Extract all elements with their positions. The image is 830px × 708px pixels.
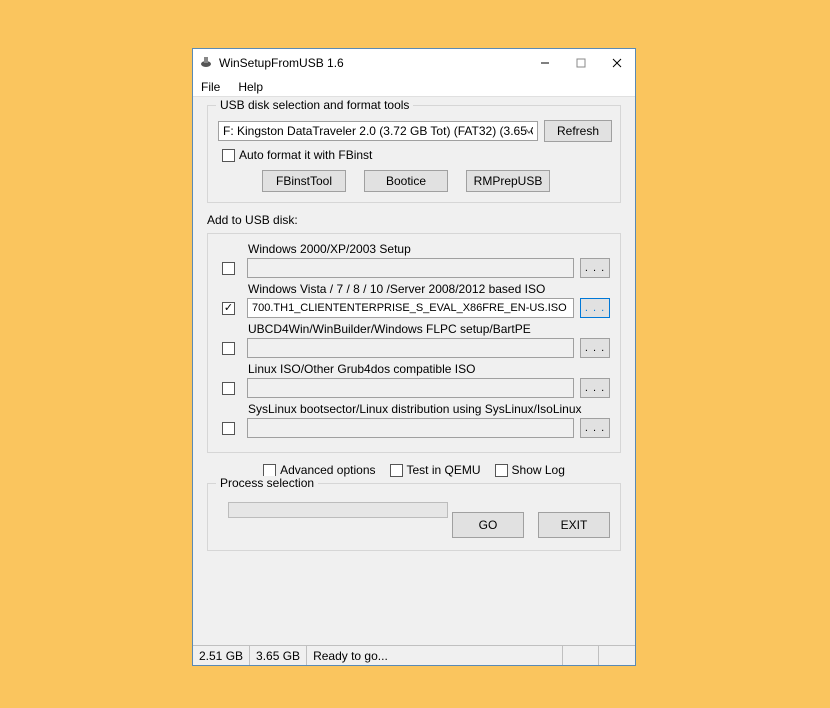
window-title: WinSetupFromUSB 1.6 <box>219 56 527 70</box>
status-size-2: 3.65 GB <box>250 646 307 665</box>
minimize-button[interactable] <box>527 49 563 77</box>
show-log-checkbox[interactable] <box>495 464 508 477</box>
exit-button[interactable]: EXIT <box>538 512 610 538</box>
disk-selection-group: USB disk selection and format tools F: K… <box>207 105 621 203</box>
usb-disk-select[interactable]: F: Kingston DataTraveler 2.0 (3.72 GB To… <box>218 121 538 141</box>
iso-browse-button-2[interactable]: . . . <box>580 338 610 358</box>
advanced-options-label: Advanced options <box>280 463 375 477</box>
iso-path-input-1[interactable]: 700.TH1_CLIENTENTERPRISE_S_EVAL_X86FRE_E… <box>247 298 574 318</box>
iso-item-0: Windows 2000/XP/2003 Setup . . . <box>218 242 610 278</box>
disk-group-title: USB disk selection and format tools <box>216 98 413 112</box>
auto-format-label: Auto format it with FBinst <box>239 148 372 162</box>
app-window: WinSetupFromUSB 1.6 File Help USB disk s… <box>192 48 636 666</box>
iso-browse-button-3[interactable]: . . . <box>580 378 610 398</box>
window-controls <box>527 49 635 77</box>
menu-help[interactable]: Help <box>234 80 267 94</box>
iso-item-1: Windows Vista / 7 / 8 / 10 /Server 2008/… <box>218 282 610 318</box>
iso-checkbox-3[interactable] <box>222 382 235 395</box>
iso-path-input-0[interactable] <box>247 258 574 278</box>
process-group-title: Process selection <box>216 476 318 490</box>
status-spacer-2 <box>599 646 635 665</box>
statusbar: 2.51 GB 3.65 GB Ready to go... <box>193 645 635 665</box>
iso-path-input-2[interactable] <box>247 338 574 358</box>
rmprepusb-button[interactable]: RMPrepUSB <box>466 170 550 192</box>
iso-browse-button-0[interactable]: . . . <box>580 258 610 278</box>
iso-checkbox-2[interactable] <box>222 342 235 355</box>
progress-bar <box>228 502 448 518</box>
iso-browse-button-1[interactable]: . . . <box>580 298 610 318</box>
content-area: USB disk selection and format tools F: K… <box>193 97 635 551</box>
add-to-usb-group: Windows 2000/XP/2003 Setup . . . Windows V… <box>207 233 621 453</box>
add-to-usb-label: Add to USB disk: <box>207 213 621 227</box>
iso-item-3: Linux ISO/Other Grub4dos compatible ISO.… <box>218 362 610 398</box>
menubar: File Help <box>193 77 635 97</box>
advanced-options-checkbox[interactable] <box>263 464 276 477</box>
iso-label-3: Linux ISO/Other Grub4dos compatible ISO <box>248 362 610 376</box>
test-qemu-label: Test in QEMU <box>407 463 481 477</box>
test-qemu-checkbox[interactable] <box>390 464 403 477</box>
iso-checkbox-4[interactable] <box>222 422 235 435</box>
iso-item-2: UBCD4Win/WinBuilder/Windows FLPC setup/B… <box>218 322 610 358</box>
close-button[interactable] <box>599 49 635 77</box>
status-text: Ready to go... <box>307 646 563 665</box>
bootice-button[interactable]: Bootice <box>364 170 448 192</box>
chevron-down-icon <box>525 124 533 138</box>
status-spacer-1 <box>563 646 599 665</box>
show-log-label: Show Log <box>512 463 565 477</box>
iso-path-input-3[interactable] <box>247 378 574 398</box>
usb-disk-selected: F: Kingston DataTraveler 2.0 (3.72 GB To… <box>223 124 533 138</box>
app-icon <box>199 55 213 72</box>
status-size-1: 2.51 GB <box>193 646 250 665</box>
iso-checkbox-0[interactable] <box>222 262 235 275</box>
iso-checkbox-1[interactable] <box>222 302 235 315</box>
titlebar: WinSetupFromUSB 1.6 <box>193 49 635 77</box>
fbinst-tool-button[interactable]: FBinstTool <box>262 170 346 192</box>
iso-path-input-4[interactable] <box>247 418 574 438</box>
iso-label-1: Windows Vista / 7 / 8 / 10 /Server 2008/… <box>248 282 610 296</box>
auto-format-checkbox[interactable] <box>222 149 235 162</box>
maximize-button[interactable] <box>563 49 599 77</box>
iso-item-4: SysLinux bootsector/Linux distribution u… <box>218 402 610 438</box>
refresh-button[interactable]: Refresh <box>544 120 612 142</box>
options-row: Advanced options Test in QEMU Show Log <box>207 463 621 477</box>
iso-label-0: Windows 2000/XP/2003 Setup <box>248 242 610 256</box>
menu-file[interactable]: File <box>197 80 224 94</box>
iso-label-2: UBCD4Win/WinBuilder/Windows FLPC setup/B… <box>248 322 610 336</box>
iso-browse-button-4[interactable]: . . . <box>580 418 610 438</box>
go-button[interactable]: GO <box>452 512 524 538</box>
process-selection-group: Process selection GO EXIT <box>207 483 621 551</box>
iso-label-4: SysLinux bootsector/Linux distribution u… <box>248 402 610 416</box>
